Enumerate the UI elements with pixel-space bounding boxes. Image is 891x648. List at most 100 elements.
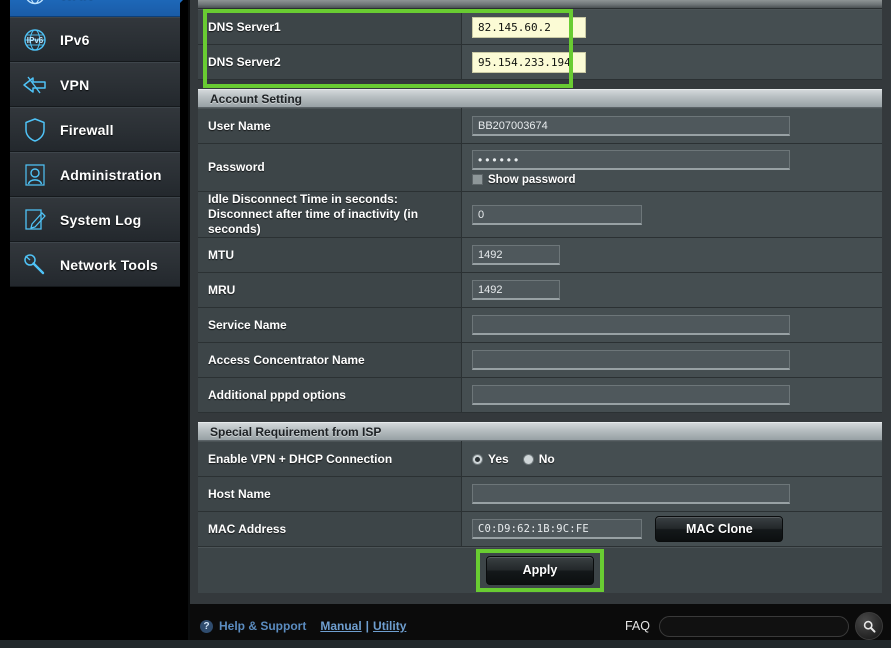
dns-server2-label: DNS Server2 — [198, 44, 462, 80]
account-settings-table: User Name BB207003674 Password •••••• Sh… — [198, 108, 882, 413]
table-row: DNS Server1 82.145.60.2 — [198, 9, 882, 45]
table-row: DNS Server2 95.154.233.194 — [198, 44, 882, 80]
table-row: Password •••••• Show password — [198, 143, 882, 192]
password-cell: •••••• Show password — [461, 143, 882, 192]
dns-server1-cell: 82.145.60.2 — [461, 9, 882, 45]
show-password-row[interactable]: Show password — [472, 174, 872, 186]
table-row: Access Concentrator Name — [198, 342, 882, 378]
table-row: Enable VPN + DHCP Connection Yes No — [198, 441, 882, 477]
idle-disconnect-input[interactable]: 0 — [472, 204, 642, 225]
dns-server1-label: DNS Server1 — [198, 9, 462, 45]
apply-bar: Apply — [198, 547, 882, 593]
magnifier-icon[interactable] — [855, 612, 883, 640]
host-name-label: Host Name — [198, 476, 462, 512]
table-row: MRU 1492 — [198, 272, 882, 308]
radio-no-label: No — [538, 452, 555, 466]
vpn-dhcp-radio-group: Yes No — [472, 452, 872, 466]
sidebar-item-administration[interactable]: Administration — [10, 152, 180, 197]
sidebar-item-label: IPv6 — [60, 31, 90, 48]
dns-server2-input[interactable]: 95.154.233.194 — [472, 51, 586, 73]
show-password-checkbox[interactable] — [472, 174, 483, 185]
svg-text:IPv6: IPv6 — [27, 36, 44, 45]
faq-label: FAQ — [624, 619, 650, 633]
show-password-label: Show password — [488, 173, 576, 186]
sidebar-item-vpn[interactable]: VPN — [10, 62, 180, 107]
panel-top-divider — [198, 0, 882, 9]
dns-server1-input[interactable]: 82.145.60.2 — [472, 16, 586, 38]
sidebar-item-firewall[interactable]: Firewall — [10, 107, 180, 152]
section-gap — [198, 413, 882, 422]
dns-server2-cell: 95.154.233.194 — [461, 44, 882, 80]
radio-yes-label: Yes — [488, 452, 509, 466]
vpn-key-icon — [18, 68, 52, 102]
dns-settings-table: DNS Server1 82.145.60.2 DNS Server2 95.1… — [198, 9, 882, 80]
vpn-dhcp-label: Enable VPN + DHCP Connection — [198, 441, 462, 477]
service-name-input[interactable] — [472, 315, 790, 335]
faq-search-input[interactable] — [659, 615, 849, 637]
user-icon — [18, 158, 52, 192]
table-row: User Name BB207003674 — [198, 108, 882, 144]
globe-icon — [18, 0, 52, 11]
window-bottom-strip — [0, 640, 891, 648]
password-input[interactable]: •••••• — [472, 149, 790, 170]
mru-input[interactable]: 1492 — [472, 280, 560, 300]
mru-label: MRU — [198, 272, 462, 308]
mtu-input[interactable]: 1492 — [472, 245, 560, 265]
footer-link-separator: | — [365, 619, 370, 633]
mac-clone-button[interactable]: MAC Clone — [655, 516, 784, 542]
table-row: Additional pppd options — [198, 377, 882, 413]
sidebar-item-wan[interactable]: WAN — [10, 0, 189, 17]
log-pencil-icon — [18, 203, 52, 237]
idle-disconnect-cell: 0 — [461, 191, 882, 238]
utility-link[interactable]: Utility — [373, 619, 406, 633]
host-name-input[interactable] — [472, 484, 790, 504]
mac-address-label: MAC Address — [198, 511, 462, 547]
sidebar-item-network-tools[interactable]: Network Tools — [10, 242, 180, 287]
table-row: MAC Address C0:D9:62:1B:9C:FE MAC Clone — [198, 511, 882, 547]
vpn-dhcp-cell: Yes No — [461, 441, 882, 477]
help-support-label: Help & Support — [219, 619, 307, 633]
service-name-cell — [461, 307, 882, 343]
vpn-dhcp-no-option[interactable]: No — [522, 452, 555, 466]
apply-button[interactable]: Apply — [486, 556, 594, 585]
table-row: Idle Disconnect Time in seconds: Disconn… — [198, 191, 882, 238]
special-requirement-table: Enable VPN + DHCP Connection Yes No Host… — [198, 441, 882, 547]
mtu-label: MTU — [198, 237, 462, 273]
radio-no-icon[interactable] — [522, 453, 534, 465]
service-name-label: Service Name — [198, 307, 462, 343]
settings-content-panel: DNS Server1 82.145.60.2 DNS Server2 95.1… — [188, 0, 891, 604]
pppd-options-input[interactable] — [472, 385, 790, 405]
sidebar-item-label: WAN — [60, 0, 93, 2]
username-cell: BB207003674 — [461, 108, 882, 144]
mac-address-input[interactable]: C0:D9:62:1B:9C:FE — [472, 519, 642, 539]
access-concentrator-cell — [461, 342, 882, 378]
table-row: Service Name — [198, 307, 882, 343]
account-setting-section-header: Account Setting — [198, 89, 882, 108]
password-label: Password — [198, 143, 462, 192]
apply-highlight-box: Apply — [476, 549, 604, 592]
sidebar-item-label: Administration — [60, 166, 162, 183]
username-input[interactable]: BB207003674 — [472, 116, 790, 136]
shield-icon — [18, 113, 52, 147]
sidebar-background-filler — [0, 313, 188, 648]
sidebar-item-wan-wrapper: WAN — [10, 0, 189, 17]
special-requirement-section-header: Special Requirement from ISP — [198, 422, 882, 441]
pppd-options-cell — [461, 377, 882, 413]
manual-link[interactable]: Manual — [320, 619, 361, 633]
vpn-dhcp-yes-option[interactable]: Yes — [472, 452, 509, 466]
sidebar-nav: IPv6 IPv6 VPN Firewall Administration Sy… — [10, 17, 180, 287]
wrench-icon — [18, 248, 52, 282]
mac-address-cell: C0:D9:62:1B:9C:FE MAC Clone — [461, 511, 882, 547]
router-admin-page: WAN IPv6 IPv6 — [0, 0, 891, 648]
sidebar-item-system-log[interactable]: System Log — [10, 197, 180, 242]
mtu-cell: 1492 — [461, 237, 882, 273]
sidebar-item-ipv6[interactable]: IPv6 IPv6 — [10, 17, 180, 62]
access-concentrator-input[interactable] — [472, 350, 790, 370]
idle-disconnect-label: Idle Disconnect Time in seconds: Disconn… — [198, 191, 462, 238]
radio-yes-icon[interactable] — [472, 453, 483, 465]
sidebar-item-label: VPN — [60, 76, 90, 93]
pppd-options-label: Additional pppd options — [198, 377, 462, 413]
sidebar-item-label: Firewall — [60, 121, 114, 138]
sidebar-item-label: System Log — [60, 211, 142, 228]
username-label: User Name — [198, 108, 462, 144]
